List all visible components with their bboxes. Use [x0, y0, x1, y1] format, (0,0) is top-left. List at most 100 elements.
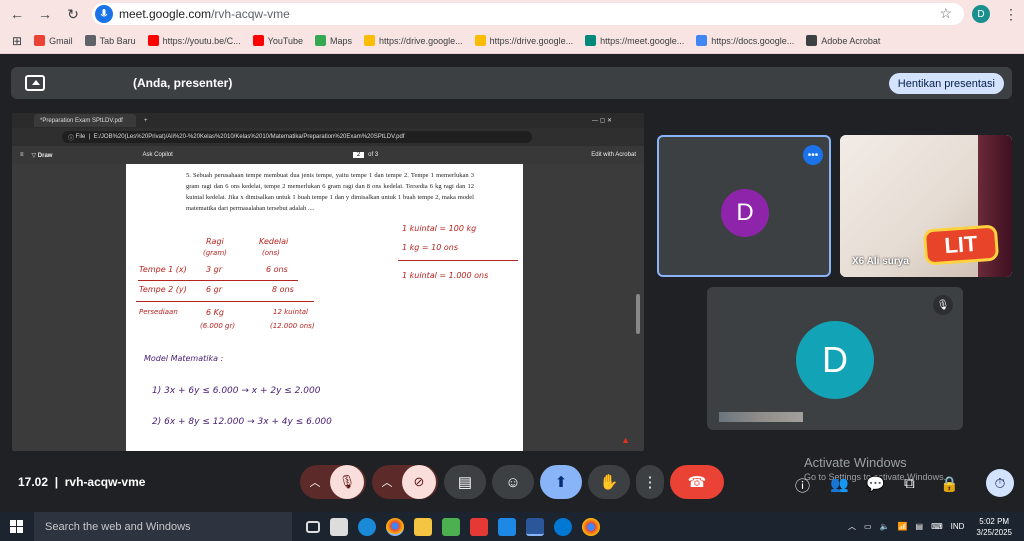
meeting-code: rvh-acqw-vme: [64, 475, 146, 489]
activities-icon[interactable]: ⧉: [904, 475, 915, 492]
hw-row3-ragi: 6 Kg: [206, 308, 224, 317]
bookmark-favicon-icon: [315, 35, 327, 46]
mic-options-icon[interactable]: ︿: [300, 474, 330, 490]
keyboard-icon[interactable]: ⌨: [931, 522, 943, 531]
system-tray: ︿ ▭ 🔈 📶 ▤ ⌨ IND 5:02 PM 3/25/2025: [848, 512, 1024, 541]
hw-model-title: Model Matematika :: [144, 354, 224, 363]
bookmark-favicon-icon: [696, 35, 708, 46]
tray-up-arrow-icon[interactable]: ︿: [848, 521, 856, 532]
menu-icon[interactable]: ≡: [20, 152, 24, 158]
participant-tile-1[interactable]: D •••: [657, 135, 831, 277]
microphone-icon[interactable]: [95, 5, 113, 23]
bookmark-label: Maps: [330, 35, 353, 46]
chrome-icon[interactable]: [386, 517, 404, 536]
hw-header-kedelai-unit: (ons): [262, 249, 280, 257]
chat-icon[interactable]: 💬: [866, 475, 885, 493]
hw-divider-3: [398, 260, 518, 261]
app-icon[interactable]: [470, 517, 488, 536]
bookmark-item[interactable]: Adobe Acrobat: [806, 35, 880, 46]
language-indicator[interactable]: IND: [951, 522, 965, 531]
apps-icon[interactable]: ⊞: [12, 34, 22, 48]
more-options-icon[interactable]: •••: [803, 145, 823, 165]
hw-conv-2: 1 kg = 10 ons: [402, 243, 458, 252]
pdf-tab[interactable]: *Preparation Exam SPtLDV.pdf: [34, 114, 136, 127]
browser-toolbar: ← → ↻ meet.google.com/rvh-acqw-vme ☆ D ⋮: [0, 0, 1024, 28]
bookmark-item[interactable]: https://drive.google...: [474, 35, 573, 46]
participant-tile-3[interactable]: D 🎙︎: [707, 287, 963, 430]
pdf-viewer: 5. Sebuah perusahaan tempe membuat dua j…: [12, 164, 644, 451]
mic-off-button[interactable]: 🎙︎: [330, 465, 364, 499]
profile-avatar[interactable]: D: [972, 5, 990, 23]
bookmark-item[interactable]: YouTube: [252, 35, 303, 46]
battery-icon[interactable]: ▭: [864, 522, 872, 531]
hw-row3-kedelai-conv: (12.000 ons): [270, 322, 315, 330]
camera-off-button[interactable]: ⊘: [402, 465, 436, 499]
info-icon[interactable]: ⓘ: [795, 475, 810, 496]
bookmark-item[interactable]: https://drive.google...: [364, 35, 463, 46]
file-explorer-icon[interactable]: [414, 517, 432, 536]
leave-call-button[interactable]: ☎: [670, 465, 724, 499]
bookmark-item[interactable]: Tab Baru: [84, 35, 136, 46]
hw-row2-ragi: 6 gr: [206, 285, 222, 294]
timer-icon[interactable]: ⏱: [986, 469, 1014, 497]
more-options-button[interactable]: ⋮: [636, 465, 664, 499]
edge-icon[interactable]: [358, 517, 376, 536]
back-icon[interactable]: ←: [6, 3, 28, 25]
store-icon[interactable]: [330, 517, 348, 536]
camera-options-icon[interactable]: ︿: [372, 474, 402, 490]
bookmark-label: Gmail: [49, 35, 73, 46]
reload-icon[interactable]: ↻: [62, 3, 84, 25]
network-icon[interactable]: 📶: [898, 522, 908, 531]
bookmark-item[interactable]: https://meet.google...: [585, 35, 684, 46]
captions-button[interactable]: ▤: [444, 465, 486, 499]
new-tab-icon[interactable]: +: [144, 118, 148, 124]
bookmark-item[interactable]: Gmail: [34, 35, 73, 46]
hw-row2-label: Tempe 2 (y): [139, 285, 187, 294]
participant-tile-2[interactable]: LIT X6 Ali surya: [840, 135, 1012, 277]
bookmark-item[interactable]: https://youtu.be/C...: [147, 35, 241, 46]
draw-icon[interactable]: ▽ Draw: [32, 152, 53, 159]
bookmarks-bar: ⊞ Gmail Tab Baru https://youtu.be/C... YouT…: [0, 28, 1024, 54]
present-button[interactable]: ⬆: [540, 465, 582, 499]
taskbar-search-box[interactable]: Search the web and Windows: [34, 512, 292, 541]
browser-menu-icon[interactable]: ⋮: [1004, 6, 1018, 23]
raise-hand-button[interactable]: ✋: [588, 465, 630, 499]
stop-presenting-button[interactable]: Hentikan presentasi: [888, 73, 1004, 94]
message-icon[interactable]: ▤: [916, 522, 924, 531]
bookmark-label: https://meet.google...: [600, 35, 685, 46]
pdf-scrollbar[interactable]: [636, 294, 640, 334]
taskbar-clock[interactable]: 5:02 PM 3/25/2025: [976, 516, 1012, 538]
volume-icon[interactable]: 🔈: [880, 522, 890, 531]
pdf-tabstrip: *Preparation Exam SPtLDV.pdf + — ▢ ✕: [12, 113, 644, 128]
edit-with-acrobat-button[interactable]: Edit with Acrobat: [591, 152, 636, 158]
host-controls-icon[interactable]: 🔒: [940, 475, 959, 493]
bookmark-star-icon[interactable]: ☆: [939, 5, 952, 22]
hw-header-kedelai: Kedelai: [259, 237, 289, 246]
spreadsheet-app-icon[interactable]: [442, 517, 460, 536]
hw-row1-label: Tempe 1 (x): [139, 265, 187, 274]
hw-equation-1: 1) 3x + 6y ≤ 6.000 → x + 2y ≤ 2.000: [152, 386, 321, 396]
app-icon-2[interactable]: [498, 517, 516, 536]
address-bar[interactable]: meet.google.com/rvh-acqw-vme ☆: [92, 3, 964, 25]
presenter-label: (Anda, presenter): [133, 76, 233, 90]
ask-copilot-button[interactable]: Ask Copilot: [142, 152, 172, 158]
pdf-page: 5. Sebuah perusahaan tempe membuat dua j…: [126, 164, 523, 451]
bookmark-label: Tab Baru: [99, 35, 136, 46]
pdf-address-bar: ⓘ File | E:/JOB%20(Les%20Privat)/Ali%20-…: [12, 128, 644, 146]
hw-row3-label: Persediaan: [139, 308, 178, 316]
task-view-icon[interactable]: [306, 520, 320, 533]
emoji-button[interactable]: ☺: [492, 465, 534, 499]
pdf-address-field[interactable]: ⓘ File | E:/JOB%20(Les%20Privat)/Ali%20-…: [62, 131, 532, 143]
bookmark-item[interactable]: Maps: [315, 35, 352, 46]
chrome-icon-2[interactable]: [582, 517, 600, 536]
word-icon[interactable]: [526, 517, 544, 536]
people-icon[interactable]: 👥: [830, 475, 849, 493]
avatar: D: [721, 189, 769, 237]
forward-icon[interactable]: →: [34, 3, 56, 25]
ie-icon[interactable]: [554, 517, 572, 536]
pdf-tab-title: *Preparation Exam SPtLDV.pdf: [40, 117, 123, 124]
page-number-input[interactable]: 2: [352, 152, 365, 158]
windows-start-icon[interactable]: [10, 520, 23, 538]
bookmark-item[interactable]: https://docs.google...: [696, 35, 794, 46]
window-controls[interactable]: — ▢ ✕: [592, 117, 612, 124]
